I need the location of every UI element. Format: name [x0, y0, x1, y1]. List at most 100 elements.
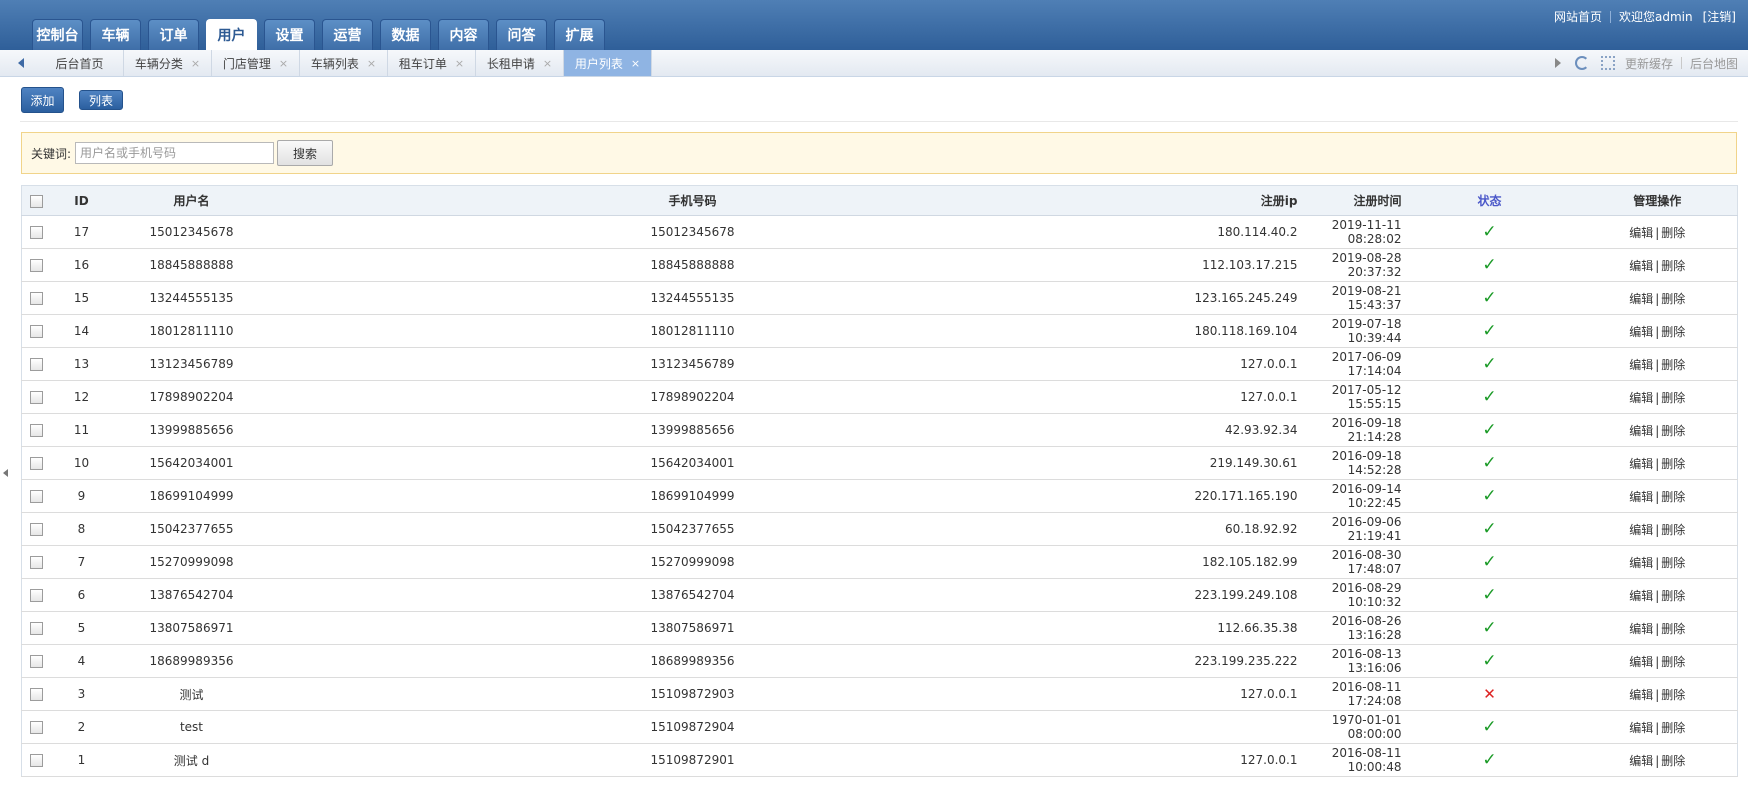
check-icon[interactable]: ✓: [1482, 387, 1496, 407]
subtab-rental-orders[interactable]: 租车订单 ×: [388, 50, 476, 76]
select-all-checkbox[interactable]: [30, 194, 44, 208]
check-icon[interactable]: ✓: [1482, 222, 1496, 242]
cross-icon[interactable]: ✕: [1483, 685, 1496, 703]
row-checkbox[interactable]: [30, 490, 44, 503]
main-tab-vehicles[interactable]: 车辆: [90, 19, 141, 50]
main-tab-extensions[interactable]: 扩展: [554, 19, 605, 50]
row-checkbox[interactable]: [30, 358, 44, 371]
list-button[interactable]: 列表: [79, 90, 123, 110]
delete-link[interactable]: 删除: [1661, 391, 1685, 405]
delete-link[interactable]: 删除: [1661, 523, 1685, 537]
check-icon[interactable]: ✓: [1482, 519, 1496, 539]
collapse-sidebar-icon[interactable]: [3, 469, 8, 477]
main-tab-users[interactable]: 用户: [206, 19, 257, 50]
edit-link[interactable]: 编辑: [1629, 259, 1653, 273]
subtab-vehicle-categories[interactable]: 车辆分类 ×: [124, 50, 212, 76]
edit-link[interactable]: 编辑: [1629, 457, 1653, 471]
subtab-dashboard-home[interactable]: 后台首页: [36, 50, 124, 76]
delete-link[interactable]: 删除: [1661, 490, 1685, 504]
row-checkbox[interactable]: [30, 589, 44, 602]
edit-link[interactable]: 编辑: [1629, 523, 1653, 537]
delete-link[interactable]: 删除: [1661, 226, 1685, 240]
arrow-right-icon[interactable]: [1554, 58, 1561, 68]
row-checkbox[interactable]: [30, 556, 44, 569]
delete-link[interactable]: 删除: [1661, 457, 1685, 471]
row-checkbox[interactable]: [30, 622, 44, 635]
delete-link[interactable]: 删除: [1661, 589, 1685, 603]
check-icon[interactable]: ✓: [1482, 354, 1496, 374]
edit-link[interactable]: 编辑: [1629, 358, 1653, 372]
subtab-store-management[interactable]: 门店管理 ×: [212, 50, 300, 76]
row-checkbox[interactable]: [30, 523, 44, 536]
logout-link[interactable]: [注销]: [1703, 8, 1736, 25]
edit-link[interactable]: 编辑: [1629, 688, 1653, 702]
arrow-left-icon[interactable]: [18, 58, 24, 68]
delete-link[interactable]: 删除: [1661, 655, 1685, 669]
check-icon[interactable]: ✓: [1482, 486, 1496, 506]
delete-link[interactable]: 删除: [1661, 358, 1685, 372]
delete-link[interactable]: 删除: [1661, 622, 1685, 636]
row-checkbox[interactable]: [30, 754, 44, 767]
edit-link[interactable]: 编辑: [1629, 622, 1653, 636]
row-checkbox[interactable]: [30, 259, 44, 272]
main-tab-orders[interactable]: 订单: [148, 19, 199, 50]
search-button[interactable]: 搜索: [277, 140, 334, 166]
close-icon[interactable]: ×: [367, 57, 376, 70]
close-icon[interactable]: ×: [543, 57, 552, 70]
row-checkbox[interactable]: [30, 655, 44, 668]
check-icon[interactable]: ✓: [1482, 585, 1496, 605]
refresh-icon[interactable]: [1574, 56, 1589, 70]
edit-link[interactable]: 编辑: [1629, 226, 1653, 240]
subtab-vehicle-list[interactable]: 车辆列表 ×: [300, 50, 388, 76]
delete-link[interactable]: 删除: [1661, 424, 1685, 438]
site-map-link[interactable]: 后台地图: [1690, 55, 1738, 72]
edit-link[interactable]: 编辑: [1629, 424, 1653, 438]
row-checkbox[interactable]: [30, 688, 44, 701]
row-checkbox[interactable]: [30, 292, 44, 305]
column-header-status[interactable]: 状态: [1401, 185, 1578, 216]
edit-link[interactable]: 编辑: [1629, 754, 1653, 768]
delete-link[interactable]: 删除: [1661, 556, 1685, 570]
row-checkbox[interactable]: [30, 325, 44, 338]
row-checkbox[interactable]: [30, 391, 44, 404]
main-tab-content[interactable]: 内容: [438, 19, 489, 50]
check-icon[interactable]: ✓: [1482, 321, 1496, 341]
main-tab-data[interactable]: 数据: [380, 19, 431, 50]
check-icon[interactable]: ✓: [1482, 255, 1496, 275]
subtab-user-list[interactable]: 用户列表 ×: [564, 50, 652, 76]
site-home-link[interactable]: 网站首页: [1554, 8, 1602, 25]
close-icon[interactable]: ×: [631, 57, 640, 70]
main-tab-console[interactable]: 控制台: [32, 19, 83, 50]
row-checkbox[interactable]: [30, 424, 44, 437]
edit-link[interactable]: 编辑: [1629, 589, 1653, 603]
check-icon[interactable]: ✓: [1482, 420, 1496, 440]
check-icon[interactable]: ✓: [1482, 750, 1496, 770]
main-tab-operations[interactable]: 运营: [322, 19, 373, 50]
edit-link[interactable]: 编辑: [1629, 325, 1653, 339]
close-icon[interactable]: ×: [455, 57, 464, 70]
delete-link[interactable]: 删除: [1661, 259, 1685, 273]
main-tab-qa[interactable]: 问答: [496, 19, 547, 50]
check-icon[interactable]: ✓: [1482, 618, 1496, 638]
search-input[interactable]: [75, 142, 275, 164]
edit-link[interactable]: 编辑: [1629, 391, 1653, 405]
row-checkbox[interactable]: [30, 721, 44, 734]
main-tab-settings[interactable]: 设置: [264, 19, 315, 50]
edit-link[interactable]: 编辑: [1629, 292, 1653, 306]
row-checkbox[interactable]: [30, 226, 44, 239]
add-button[interactable]: 添加: [21, 87, 64, 113]
check-icon[interactable]: ✓: [1482, 453, 1496, 473]
subtab-long-term-applications[interactable]: 长租申请 ×: [476, 50, 564, 76]
edit-link[interactable]: 编辑: [1629, 655, 1653, 669]
close-icon[interactable]: ×: [191, 57, 200, 70]
edit-link[interactable]: 编辑: [1629, 721, 1653, 735]
refresh-cache-link[interactable]: 更新缓存: [1625, 55, 1673, 72]
delete-link[interactable]: 删除: [1661, 325, 1685, 339]
edit-link[interactable]: 编辑: [1629, 490, 1653, 504]
delete-link[interactable]: 删除: [1661, 754, 1685, 768]
row-checkbox[interactable]: [30, 457, 44, 470]
check-icon[interactable]: ✓: [1482, 288, 1496, 308]
check-icon[interactable]: ✓: [1482, 552, 1496, 572]
delete-link[interactable]: 删除: [1661, 292, 1685, 306]
check-icon[interactable]: ✓: [1482, 651, 1496, 671]
